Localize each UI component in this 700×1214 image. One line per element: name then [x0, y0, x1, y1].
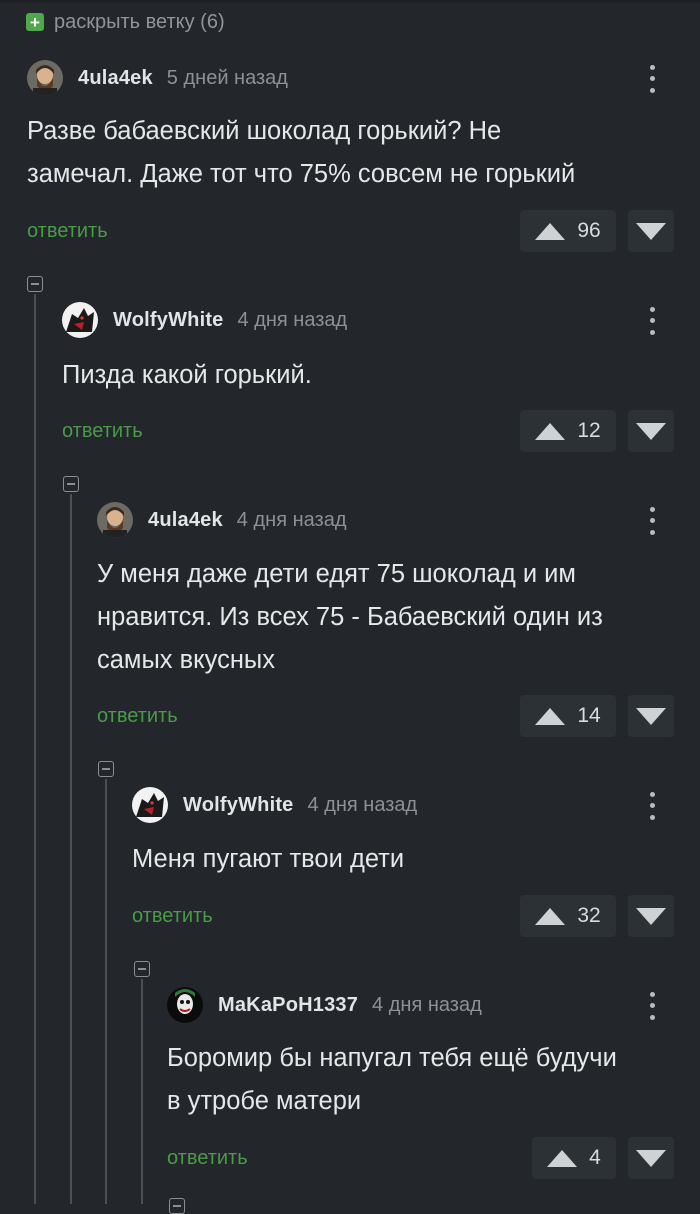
- timestamp: 4 дня назад: [307, 793, 418, 816]
- arrow-up-icon: [535, 907, 566, 925]
- more-options-icon[interactable]: [640, 504, 664, 538]
- timestamp: 4 дня назад: [236, 508, 347, 531]
- vote-score: 14: [577, 704, 601, 727]
- downvote-button[interactable]: [628, 895, 674, 937]
- vote-score: 32: [577, 904, 601, 927]
- downvote-button[interactable]: [628, 1137, 674, 1179]
- comment-text: Пизда какой горький.: [62, 361, 312, 389]
- collapse-toggle-5[interactable]: [169, 1198, 185, 1214]
- comment-text: У меня даже дети едят 75 шоколад и им нра…: [97, 560, 603, 674]
- collapse-toggle-3[interactable]: [98, 761, 114, 777]
- bearded-man-avatar[interactable]: [27, 60, 63, 96]
- comment-text: Меня пугают твои дети: [132, 845, 405, 873]
- top-divider: [0, 0, 700, 2]
- arrow-up-icon: [547, 1149, 578, 1167]
- expand-thread-label: раскрыть ветку (6): [54, 10, 225, 33]
- collapse-toggle-2[interactable]: [63, 476, 79, 492]
- thread-line-3: [105, 779, 107, 1204]
- vote-score: 4: [589, 1146, 601, 1169]
- downvote-button[interactable]: [628, 695, 674, 737]
- wolf-avatar[interactable]: [62, 302, 98, 338]
- more-options-icon[interactable]: [640, 304, 664, 338]
- thread-line-1: [34, 294, 36, 1204]
- arrow-up-icon: [535, 222, 566, 240]
- reply-button[interactable]: ответить: [27, 220, 108, 243]
- timestamp: 5 дней назад: [166, 66, 288, 89]
- arrow-down-icon: [636, 707, 666, 725]
- more-options-icon[interactable]: [640, 789, 664, 823]
- plus-box-icon: +: [26, 13, 44, 31]
- username[interactable]: WolfyWhite: [113, 309, 224, 332]
- reply-button[interactable]: ответить: [132, 905, 213, 928]
- arrow-down-icon: [636, 1149, 666, 1167]
- vote-score: 96: [577, 219, 601, 242]
- comment-text: Разве бабаевский шоколад горький? Не заме…: [27, 117, 576, 188]
- comment-5: MaKaPoH1337 4 дня назад Боромир бы напуг…: [167, 985, 700, 1204]
- reply-button[interactable]: ответить: [97, 705, 178, 728]
- thread-line-2: [70, 494, 72, 1204]
- comment-1: 4ula4ek 5 дней назад Разве бабаевский шо…: [27, 58, 700, 258]
- arrow-up-icon: [535, 707, 566, 725]
- vote-score: 12: [577, 419, 601, 442]
- comment-4: WolfyWhite 4 дня назад Меня пугают твои …: [132, 785, 700, 945]
- arrow-down-icon: [636, 422, 666, 440]
- bearded-man-avatar[interactable]: [97, 502, 133, 538]
- upvote-button[interactable]: 32: [520, 895, 616, 937]
- username[interactable]: MaKaPoH1337: [218, 994, 358, 1017]
- reply-button[interactable]: ответить: [62, 420, 143, 443]
- username[interactable]: WolfyWhite: [183, 794, 294, 817]
- username[interactable]: 4ula4ek: [78, 67, 153, 90]
- thread-line-4: [141, 979, 143, 1204]
- comment-text: Боромир бы напугал тебя ещё будучи в утро…: [167, 1044, 617, 1115]
- expand-thread-button[interactable]: + раскрыть ветку (6): [26, 8, 225, 36]
- downvote-button[interactable]: [628, 410, 674, 452]
- comment-2: WolfyWhite 4 дня назад Пизда какой горьк…: [62, 300, 700, 460]
- upvote-button[interactable]: 4: [532, 1137, 616, 1179]
- collapse-toggle-1[interactable]: [27, 276, 43, 292]
- arrow-down-icon: [636, 907, 666, 925]
- upvote-button[interactable]: 14: [520, 695, 616, 737]
- more-options-icon[interactable]: [640, 989, 664, 1023]
- arrow-down-icon: [636, 222, 666, 240]
- username[interactable]: 4ula4ek: [148, 509, 223, 532]
- arrow-up-icon: [535, 422, 566, 440]
- wolf-avatar[interactable]: [132, 787, 168, 823]
- reply-button[interactable]: ответить: [167, 1147, 248, 1170]
- collapse-toggle-4[interactable]: [134, 961, 150, 977]
- upvote-button[interactable]: 12: [520, 410, 616, 452]
- joker-avatar[interactable]: [167, 987, 203, 1023]
- comment-3: 4ula4ek 4 дня назад У меня даже дети едя…: [97, 500, 700, 750]
- timestamp: 4 дня назад: [372, 993, 482, 1016]
- upvote-button[interactable]: 96: [520, 210, 616, 252]
- downvote-button[interactable]: [628, 210, 674, 252]
- more-options-icon[interactable]: [640, 62, 664, 96]
- timestamp: 4 дня назад: [237, 308, 348, 331]
